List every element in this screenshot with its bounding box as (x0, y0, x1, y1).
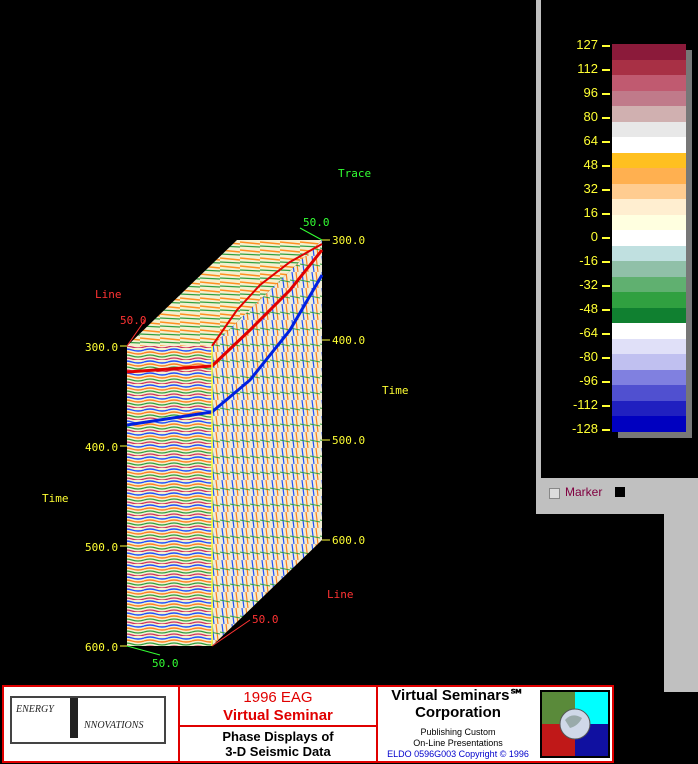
trace-bottom-value: 50.0 (152, 657, 179, 670)
corp-line-1: Virtual Seminars℠ (391, 687, 525, 704)
line-bottom-value: 50.0 (252, 613, 279, 626)
colorbar-tick: -128 (548, 421, 610, 436)
logo-text-innovations: NNOVATIONS (84, 720, 144, 731)
colorbar-band (612, 354, 686, 370)
topic-line-2: 3-D Seismic Data (225, 744, 331, 759)
colorbar-band (612, 400, 686, 417)
marker-row[interactable]: Marker (541, 480, 698, 506)
window-frame-region (664, 514, 698, 692)
copyright-text: ELDO 0596G003 Copyright © 1996 (387, 749, 529, 759)
left-tick-400: 400.0 (85, 441, 119, 454)
right-tick-400: 400.0 (332, 334, 366, 347)
colorbar-band (612, 121, 686, 138)
colorbar-tick: 112 (548, 61, 610, 76)
colorbar-band (612, 292, 686, 308)
corporation-name: Virtual Seminars℠ Corporation (378, 687, 538, 721)
colorbar-tick: 64 (548, 133, 610, 148)
colorbar-tick: 80 (548, 109, 610, 124)
line-top-value: 50.0 (120, 314, 147, 327)
colorbar-band (612, 245, 686, 262)
energy-innovations-logo: ENERGY NNOVATIONS (10, 696, 166, 744)
colorbar-tick: -48 (548, 301, 610, 316)
colorbar-tick: -80 (548, 349, 610, 364)
colorbar-band (612, 90, 686, 107)
colorbar-band (612, 168, 686, 184)
colorbar-band (612, 416, 686, 432)
seminar-topic: Phase Displays of 3-D Seismic Data (180, 727, 376, 761)
colorbar-tick: 0 (548, 229, 610, 244)
colorbar-band (612, 214, 686, 231)
cube-front-face (127, 346, 212, 646)
trace-label: Trace (338, 167, 372, 180)
colorbar-band (612, 183, 686, 200)
colorbar-tick: 48 (548, 157, 610, 172)
seminar-title-box: 1996 EAG Virtual Seminar Phase Displays … (180, 687, 378, 761)
colorbar-band (612, 323, 686, 339)
trace-top-value: 50.0 (303, 216, 330, 229)
colorbar-tick: 32 (548, 181, 610, 196)
colorbar-band (612, 106, 686, 122)
time-label-right: Time (382, 384, 409, 397)
colorbar-band (612, 75, 686, 91)
colorbar-band (612, 385, 686, 401)
colorbar-band (612, 44, 686, 60)
colorbar-band (612, 199, 686, 215)
colorbar-tick: -112 (548, 397, 610, 412)
time-label-left: Time (42, 492, 69, 505)
line-label-bottom: Line (327, 588, 354, 601)
line-label-top: Line (95, 288, 122, 301)
marker-label: Marker (565, 485, 603, 499)
colorbar-tick: -64 (548, 325, 610, 340)
left-tick-500: 500.0 (85, 541, 119, 554)
colorbar-band (612, 230, 686, 246)
colorbar (612, 44, 686, 432)
colorbar-tick: -96 (548, 373, 610, 388)
seminar-name: 1996 EAG Virtual Seminar (180, 687, 376, 727)
colorbar-tick: 127 (548, 37, 610, 52)
left-tick-600: 600.0 (85, 641, 119, 654)
colorbar-band (612, 338, 686, 355)
colorbar-band (612, 369, 686, 386)
right-tick-600: 600.0 (332, 534, 366, 547)
marker-checkbox[interactable] (549, 488, 560, 499)
corporation-subtitle: Publishing Custom On-Line Presentations … (378, 727, 538, 760)
energy-innovations-logo-box: ENERGY NNOVATIONS (4, 687, 180, 761)
marker-color-swatch[interactable] (615, 487, 625, 497)
colorbar-tick: -16 (548, 253, 610, 268)
colorbar-tick: 96 (548, 85, 610, 100)
colorbar-band (612, 276, 686, 293)
right-tick-300: 300.0 (332, 234, 366, 247)
colorbar-band (612, 261, 686, 277)
corp-sub-2: On-Line Presentations (413, 738, 503, 748)
left-tick-300: 300.0 (85, 341, 119, 354)
seminar-line-1: 1996 EAG (243, 689, 313, 706)
corp-sub-1: Publishing Custom (420, 727, 496, 737)
colorbar-tick: 16 (548, 205, 610, 220)
corp-line-2: Corporation (415, 704, 501, 721)
globe-logo (540, 690, 610, 758)
right-tick-500: 500.0 (332, 434, 366, 447)
seminar-line-2: Virtual Seminar (223, 707, 333, 724)
topic-line-1: Phase Displays of (222, 729, 334, 744)
colorbar-band (612, 59, 686, 76)
colorbar-band (612, 152, 686, 169)
seminar-banner: ENERGY NNOVATIONS 1996 EAG Virtual Semin… (2, 685, 614, 763)
colorbar-tick: -32 (548, 277, 610, 292)
globe-icon (542, 692, 608, 756)
colorbar-band (612, 307, 686, 324)
logo-text-energy: ENERGY (16, 704, 54, 715)
corporation-box: Virtual Seminars℠ Corporation Publishing… (378, 687, 538, 761)
colorbar-band (612, 137, 686, 153)
derrick-icon (70, 698, 78, 738)
